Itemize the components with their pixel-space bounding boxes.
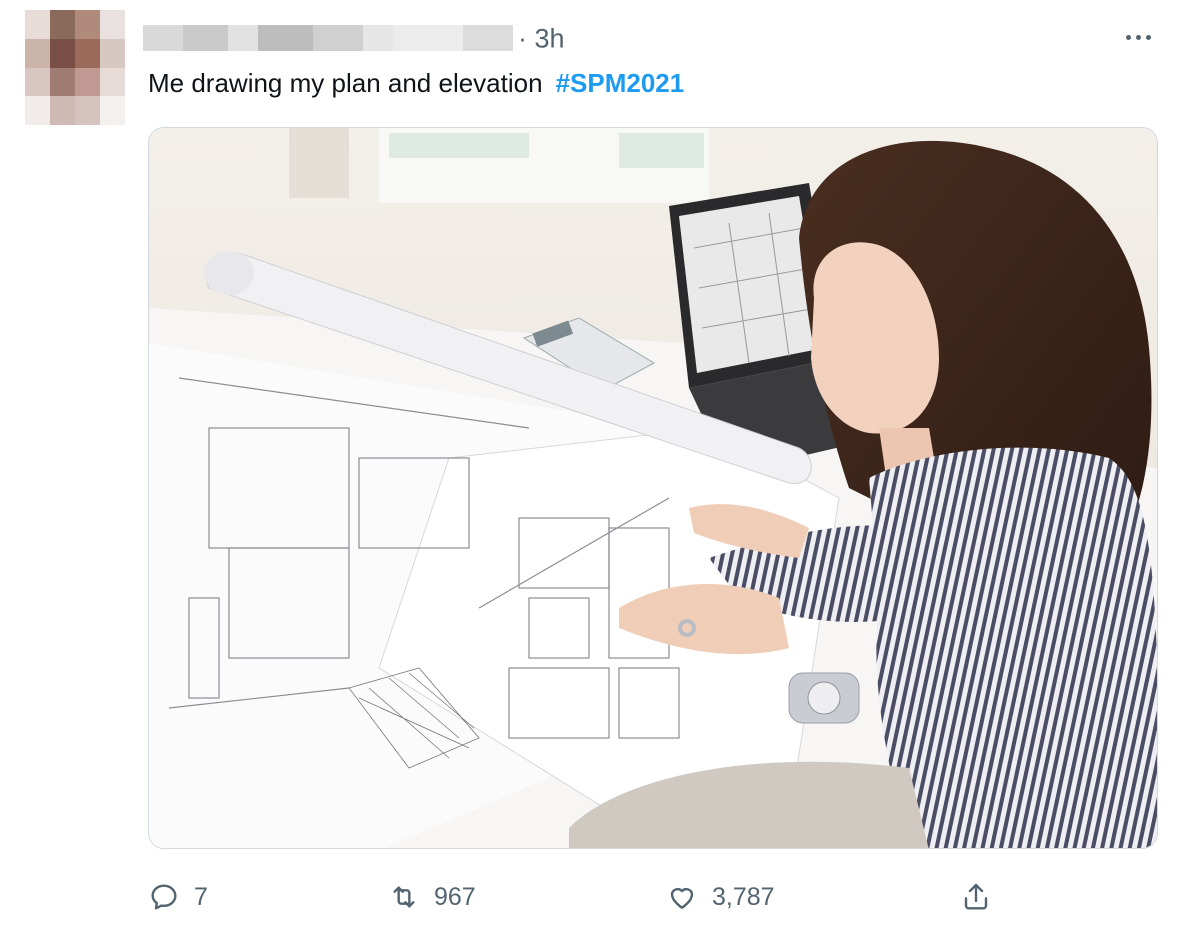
like-button[interactable]: 3,787 bbox=[666, 872, 775, 922]
retweet-button[interactable]: 967 bbox=[388, 872, 476, 922]
share-button[interactable] bbox=[960, 872, 992, 922]
separator-dot: · bbox=[518, 23, 527, 54]
reply-button[interactable]: 7 bbox=[148, 872, 208, 922]
author-name-redacted[interactable] bbox=[143, 25, 523, 51]
avatar[interactable] bbox=[25, 10, 125, 125]
retweet-icon bbox=[393, 886, 415, 908]
reply-count: 7 bbox=[194, 882, 208, 911]
more-horizontal-icon bbox=[1125, 34, 1151, 40]
more-options-button[interactable] bbox=[1118, 22, 1158, 52]
tweet-actions: 7 967 3,787 bbox=[148, 872, 1028, 922]
retweet-count: 967 bbox=[434, 882, 476, 911]
heart-icon bbox=[670, 888, 694, 909]
tweet-photo[interactable] bbox=[148, 127, 1158, 849]
tweet-body: Me drawing my plan and elevation bbox=[148, 68, 543, 98]
reply-icon bbox=[151, 884, 177, 910]
tweet-text: Me drawing my plan and elevation #SPM2021 bbox=[148, 66, 684, 100]
hashtag-link[interactable]: #SPM2021 bbox=[556, 68, 685, 98]
like-count: 3,787 bbox=[712, 882, 775, 911]
tweet-timestamp[interactable]: · 3h bbox=[518, 22, 565, 54]
timestamp-text: 3h bbox=[534, 23, 565, 54]
share-icon bbox=[964, 883, 988, 910]
